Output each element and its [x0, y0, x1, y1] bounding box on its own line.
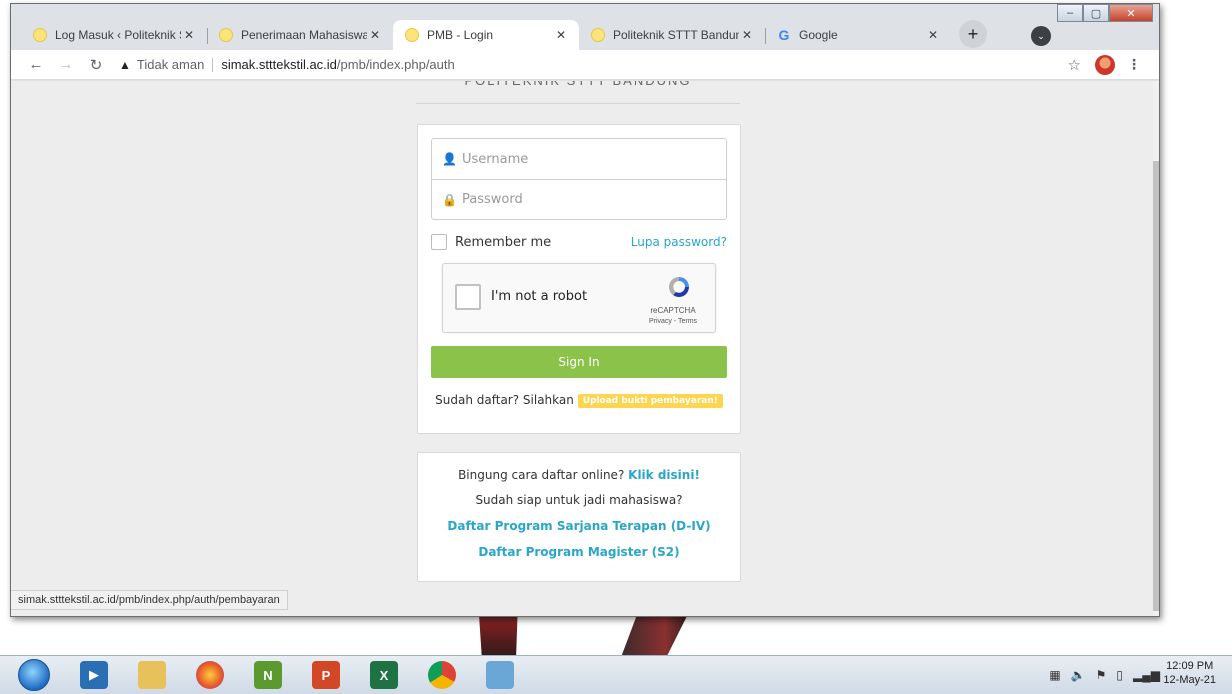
profile-avatar[interactable] — [1095, 54, 1115, 75]
remember-label: Remember me — [455, 234, 552, 250]
already-registered-text: Sudah daftar? Silahkan — [435, 393, 574, 407]
page-viewport: POLITEKNIK STTT BANDUNG 👤 🔒 Remember me … — [11, 81, 1159, 616]
sign-in-button[interactable]: Sign In — [431, 346, 727, 378]
confused-text: Bingung cara daftar online? — [458, 468, 625, 482]
tab-close-icon[interactable]: ✕ — [553, 28, 569, 42]
recaptcha-terms-link[interactable]: Privacy - Terms — [643, 318, 703, 325]
close-window-button[interactable]: ✕ — [1109, 4, 1153, 22]
address-separator — [212, 57, 214, 72]
warning-favicon-icon — [591, 28, 605, 42]
excel-icon[interactable]: X — [370, 661, 398, 689]
maximize-button[interactable]: ▢ — [1083, 4, 1109, 22]
browser-window: – ▢ ✕ Log Masuk ‹ Politeknik STT ✕ Pener… — [10, 3, 1160, 617]
forgot-password-link[interactable]: Lupa password? — [631, 235, 727, 249]
signal-icon[interactable]: ▂▄▆ — [1133, 668, 1160, 682]
powerpoint-icon[interactable]: P — [312, 661, 340, 689]
recaptcha-brand: reCAPTCHA — [650, 306, 696, 315]
recaptcha-widget: I'm not a robot reCAPTCHA Privacy - Term… — [442, 263, 716, 333]
click-here-link[interactable]: Klik disini! — [628, 468, 700, 482]
status-url-bubble: simak.stttekstil.ac.id/pmb/index.php/aut… — [11, 590, 288, 610]
action-center-icon[interactable]: ⚑ — [1096, 668, 1107, 682]
already-registered-line: Sudah daftar? Silahkan Upload bukti pemb… — [418, 393, 740, 408]
google-favicon-icon: G — [778, 27, 790, 43]
reload-icon[interactable]: ↻ — [85, 56, 107, 74]
lock-icon: 🔒 — [442, 192, 457, 207]
back-icon[interactable]: ← — [25, 56, 47, 73]
url-host[interactable]: simak.stttekstil.ac.id — [221, 57, 337, 72]
ready-text: Sudah siap untuk jadi mahasiswa? — [475, 493, 683, 507]
recaptcha-label: I'm not a robot — [491, 289, 588, 304]
power-icon[interactable]: ▯ — [1116, 668, 1123, 682]
system-tray: ▦ 🔈 ⚑ ▯ ▂▄▆ — [1039, 668, 1160, 682]
tab-pmb-login[interactable]: PMB - Login ✕ — [393, 20, 579, 50]
bookmark-star-icon[interactable]: ☆ — [1068, 56, 1081, 74]
windows-taskbar: ▶ N P X ▦ 🔈 ⚑ ▯ ▂▄▆ 12:09 PM 12-May-21 — [0, 655, 1232, 694]
security-label[interactable]: Tidak aman — [137, 57, 204, 72]
header-divider — [416, 103, 740, 104]
tab-close-icon[interactable]: ✕ — [925, 28, 941, 42]
chrome-icon[interactable] — [428, 661, 456, 689]
tab-title: Log Masuk ‹ Politeknik STT — [55, 28, 181, 42]
taskbar-clock[interactable]: 12:09 PM 12-May-21 — [1163, 659, 1216, 687]
tab-log-masuk[interactable]: Log Masuk ‹ Politeknik STT ✕ — [21, 20, 207, 50]
warning-favicon-icon — [33, 28, 47, 42]
user-icon: 👤 — [442, 152, 457, 166]
window-controls: – ▢ ✕ — [1057, 4, 1153, 22]
tab-title: Penerimaan Mahasiswa Ba — [241, 28, 367, 42]
password-input[interactable] — [462, 192, 702, 207]
start-button[interactable] — [18, 659, 50, 691]
upload-payment-badge[interactable]: Upload bukti pembayaran! — [577, 394, 723, 408]
tab-close-icon[interactable]: ✕ — [739, 28, 755, 42]
app-icon[interactable]: N — [254, 661, 282, 689]
scrollbar-thumb[interactable] — [1153, 161, 1159, 611]
clock-date: 12-May-21 — [1163, 674, 1216, 686]
page-header-title: POLITEKNIK STTT BANDUNG — [416, 81, 740, 89]
tab-politeknik[interactable]: Politeknik STTT Bandung ✕ — [579, 20, 765, 50]
media-player-icon[interactable]: ▶ — [80, 661, 108, 689]
username-input[interactable] — [462, 151, 702, 167]
username-row: 👤 — [432, 139, 726, 179]
warning-favicon-icon — [405, 28, 419, 42]
register-d4-link[interactable]: Daftar Program Sarjana Terapan (D-IV) — [418, 519, 740, 533]
tab-strip: Log Masuk ‹ Politeknik STT ✕ Penerimaan … — [21, 20, 987, 50]
tab-search-icon[interactable]: ⌄ — [1031, 26, 1051, 46]
recaptcha-checkbox[interactable] — [455, 284, 481, 310]
warning-favicon-icon — [219, 28, 233, 42]
file-explorer-icon[interactable] — [138, 661, 166, 689]
menu-kebab-icon[interactable]: ⋮ — [1127, 56, 1141, 73]
firefox-icon[interactable] — [196, 661, 224, 689]
tab-penerimaan[interactable]: Penerimaan Mahasiswa Ba ✕ — [207, 20, 393, 50]
tab-close-icon[interactable]: ✕ — [181, 28, 197, 42]
address-bar[interactable]: ▲ Tidak aman simak.stttekstil.ac.id/pmb/… — [119, 57, 455, 72]
not-secure-warning-icon[interactable]: ▲ — [119, 58, 131, 72]
virtual-app-icon[interactable] — [486, 661, 514, 689]
password-row: 🔒 — [432, 179, 726, 219]
forward-icon[interactable]: → — [55, 56, 77, 73]
page-scrollbar[interactable] — [1153, 81, 1159, 616]
minimize-button[interactable]: – — [1057, 4, 1083, 22]
remember-me[interactable]: Remember me — [431, 234, 551, 250]
login-card: 👤 🔒 Remember me Lupa password? I'm not a… — [417, 124, 741, 434]
confused-line: Bingung cara daftar online? Klik disini! — [418, 468, 740, 482]
tab-close-icon[interactable]: ✕ — [367, 28, 383, 42]
clock-time: 12:09 PM — [1166, 660, 1214, 672]
volume-icon[interactable]: 🔈 — [1071, 668, 1086, 682]
credentials-group: 👤 🔒 — [431, 138, 727, 220]
register-s2-link[interactable]: Daftar Program Magister (S2) — [418, 545, 740, 559]
tab-title: Google — [799, 28, 838, 42]
tab-title: PMB - Login — [427, 28, 494, 42]
recaptcha-logo-icon — [669, 277, 689, 297]
remember-checkbox[interactable] — [431, 234, 447, 250]
tab-google[interactable]: G Google ✕ — [765, 20, 951, 50]
url-path[interactable]: /pmb/index.php/auth — [337, 57, 455, 72]
browser-toolbar: ← → ↻ ▲ Tidak aman simak.stttekstil.ac.i… — [11, 50, 1159, 80]
new-tab-button[interactable]: + — [959, 20, 987, 48]
network-monitor-icon[interactable]: ▦ — [1049, 668, 1060, 682]
help-card: Bingung cara daftar online? Klik disini!… — [417, 452, 741, 582]
tab-title: Politeknik STTT Bandung — [613, 28, 739, 42]
